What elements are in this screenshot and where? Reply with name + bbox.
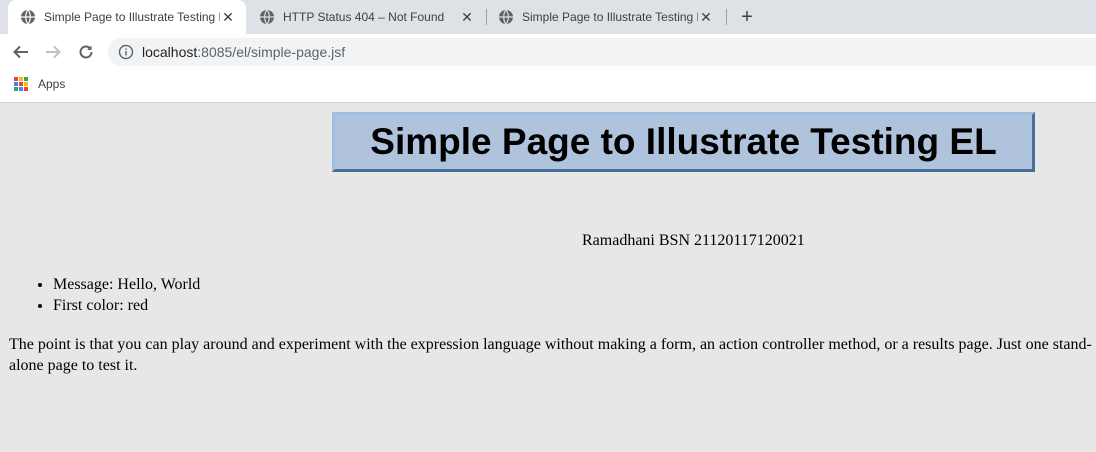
page-title-box: Simple Page to Illustrate Testing EL <box>332 112 1035 172</box>
list-item: Message: Hello, World <box>53 274 200 295</box>
bookmarks-bar: Apps <box>0 70 1096 103</box>
close-icon[interactable]: ✕ <box>220 9 236 25</box>
tab-title: Simple Page to Illustrate Testing EL <box>44 10 220 24</box>
tab-404[interactable]: HTTP Status 404 – Not Found ✕ <box>247 0 485 34</box>
result-list: Message: Hello, World First color: red <box>13 274 200 316</box>
tab-title: Simple Page to Illustrate Testing EL <box>522 10 698 24</box>
apps-grid-icon <box>14 77 28 91</box>
back-button[interactable] <box>10 41 32 63</box>
list-item: First color: red <box>53 295 200 316</box>
info-icon[interactable] <box>118 44 134 60</box>
author-line: Ramadhani BSN 21120117120021 <box>582 232 805 249</box>
url-path: :8085/el/simple-page.jsf <box>197 44 346 60</box>
close-icon[interactable]: ✕ <box>698 9 714 25</box>
forward-button[interactable] <box>42 41 64 63</box>
tab-strip: Simple Page to Illustrate Testing EL ✕ H… <box>0 0 1096 34</box>
apps-label: Apps <box>38 77 66 91</box>
arrow-right-icon <box>46 45 61 59</box>
new-tab-button[interactable]: + <box>737 6 757 28</box>
page-title: Simple Page to Illustrate Testing EL <box>370 121 997 162</box>
page-content: Simple Page to Illustrate Testing EL Ram… <box>0 103 1096 452</box>
tab-simple-page-2[interactable]: Simple Page to Illustrate Testing EL ✕ <box>486 0 724 34</box>
address-bar[interactable]: localhost:8085/el/simple-page.jsf <box>108 38 1096 66</box>
tab-separator <box>726 9 727 25</box>
tab-simple-page[interactable]: Simple Page to Illustrate Testing EL ✕ <box>8 0 246 34</box>
browser-toolbar: localhost:8085/el/simple-page.jsf <box>0 34 1096 70</box>
description-paragraph: The point is that you can play around an… <box>9 336 1092 374</box>
url-text: localhost:8085/el/simple-page.jsf <box>142 44 345 60</box>
globe-icon <box>499 9 513 25</box>
url-host: localhost <box>142 44 198 60</box>
reload-icon <box>79 45 93 59</box>
arrow-left-icon <box>13 45 28 59</box>
reload-button[interactable] <box>75 41 97 63</box>
globe-icon <box>260 9 274 25</box>
tab-title: HTTP Status 404 – Not Found <box>283 10 445 24</box>
close-icon[interactable]: ✕ <box>459 9 475 25</box>
apps-bookmark[interactable]: Apps <box>14 77 65 91</box>
globe-icon <box>21 9 35 25</box>
